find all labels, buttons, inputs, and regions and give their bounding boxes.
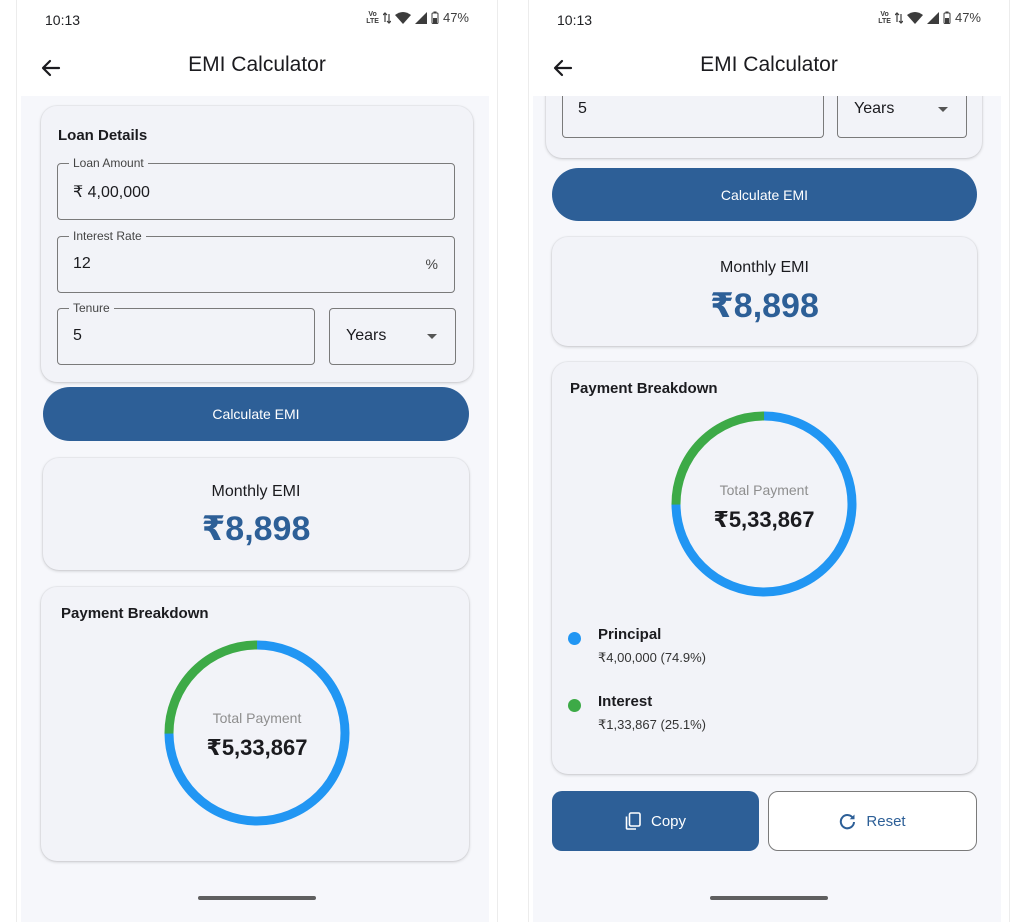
data-arrows-icon: [894, 11, 903, 24]
monthly-emi-card: Monthly EMI ₹8,898: [552, 237, 977, 346]
phone-screen-right: 10:13 Vo LTE 47% EMI Calculator 5 Years C…: [528, 0, 1010, 922]
monthly-emi-label: Monthly EMI: [720, 259, 809, 276]
reset-label: Reset: [866, 812, 906, 830]
status-icons: Vo LTE 47%: [366, 10, 469, 25]
wifi-icon: [394, 11, 411, 24]
data-arrows-icon: [382, 11, 391, 24]
scroll-content[interactable]: 5 Years Calculate EMI Monthly EMI ₹8,898…: [533, 96, 1001, 922]
donut-svg: [671, 411, 857, 597]
app-bar: EMI Calculator: [17, 40, 497, 96]
volte-icon: Vo LTE: [366, 10, 379, 25]
payment-donut-chart: Total Payment ₹5,33,867: [162, 635, 352, 835]
home-indicator[interactable]: [710, 896, 828, 900]
tenure-unit-select[interactable]: Years: [837, 96, 967, 138]
refresh-icon: [840, 813, 856, 829]
status-bar: 10:13 Vo LTE 47%: [17, 0, 497, 40]
loan-details-card: 5 Years: [546, 96, 982, 158]
payment-donut-chart: Total Payment ₹5,33,867: [669, 408, 859, 604]
principal-dot: [568, 632, 581, 645]
principal-label: Principal: [598, 626, 662, 643]
home-indicator[interactable]: [198, 896, 316, 900]
payment-breakdown-title: Payment Breakdown: [570, 380, 718, 397]
reset-button[interactable]: Reset: [768, 791, 977, 851]
total-payment-value: ₹5,33,867: [713, 507, 815, 532]
monthly-emi-value: ₹8,898: [201, 510, 311, 548]
tenure-value: 5: [578, 100, 587, 117]
interest-rate-label: Interest Rate: [69, 229, 146, 243]
principal-value: ₹4,00,000 (74.9%): [598, 650, 707, 665]
tenure-unit-value: Years: [346, 327, 387, 344]
wifi-icon: [906, 11, 923, 24]
monthly-emi-label: Monthly EMI: [211, 483, 301, 500]
interest-value: ₹1,33,867 (25.1%): [598, 717, 707, 732]
battery-percent: 47%: [954, 10, 981, 25]
page-title: EMI Calculator: [700, 53, 838, 76]
interest-rate-value: 12: [73, 255, 91, 272]
total-payment-value: ₹5,33,867: [206, 735, 308, 760]
payment-breakdown-card: Payment Breakdown Total Payment ₹5,33,86…: [552, 362, 977, 774]
battery-percent: 47%: [442, 10, 469, 25]
interest-dot: [568, 699, 581, 712]
signal-icon: [926, 11, 939, 24]
tenure-unit-select[interactable]: Years: [329, 308, 456, 365]
copy-button[interactable]: Copy: [552, 791, 759, 851]
loan-amount-label: Loan Amount: [69, 156, 148, 170]
interest-rate-field[interactable]: Interest Rate 12 %: [57, 229, 455, 293]
total-payment-label: Total Payment: [212, 710, 302, 726]
loan-amount-value: ₹ 4,00,000: [73, 184, 150, 201]
monthly-emi-card: Monthly EMI ₹8,898: [43, 458, 469, 570]
tenure-value: 5: [73, 327, 82, 344]
app-bar: EMI Calculator: [529, 40, 1009, 96]
status-icons: Vo LTE 47%: [878, 10, 981, 25]
copy-icon: [625, 812, 641, 830]
tenure-field[interactable]: Tenure 5: [57, 301, 315, 365]
calculate-emi-button[interactable]: Calculate EMI: [552, 168, 977, 221]
dropdown-arrow-icon: [427, 334, 437, 339]
tenure-label: Tenure: [69, 301, 114, 315]
tenure-unit-value: Years: [854, 100, 895, 117]
phone-screen-left: 10:13 Vo LTE 47% EMI Calculator Loan Deta…: [16, 0, 498, 922]
dropdown-arrow-icon: [938, 107, 948, 112]
loan-details-card: Loan Details Loan Amount ₹ 4,00,000 Inte…: [41, 106, 473, 382]
status-time: 10:13: [45, 12, 81, 28]
volte-icon: Vo LTE: [878, 10, 891, 25]
page-title: EMI Calculator: [188, 53, 326, 76]
payment-breakdown-card: Payment Breakdown Total Payment ₹5,33,86…: [41, 587, 469, 861]
battery-icon: [943, 11, 951, 24]
signal-icon: [414, 11, 427, 24]
interest-label: Interest: [598, 693, 653, 710]
status-time: 10:13: [557, 12, 593, 28]
copy-label: Copy: [650, 812, 687, 830]
monthly-emi-value: ₹8,898: [710, 287, 819, 325]
battery-icon: [431, 11, 439, 24]
loan-details-title: Loan Details: [58, 127, 148, 144]
tenure-field[interactable]: 5: [562, 96, 824, 138]
total-payment-label: Total Payment: [719, 482, 809, 498]
loan-amount-field[interactable]: Loan Amount ₹ 4,00,000: [57, 156, 455, 220]
percent-suffix: %: [425, 256, 438, 272]
calculate-emi-button[interactable]: Calculate EMI: [43, 387, 469, 441]
status-bar: 10:13 Vo LTE 47%: [529, 0, 1009, 40]
payment-breakdown-title: Payment Breakdown: [61, 605, 209, 622]
scroll-content[interactable]: Loan Details Loan Amount ₹ 4,00,000 Inte…: [21, 96, 489, 922]
